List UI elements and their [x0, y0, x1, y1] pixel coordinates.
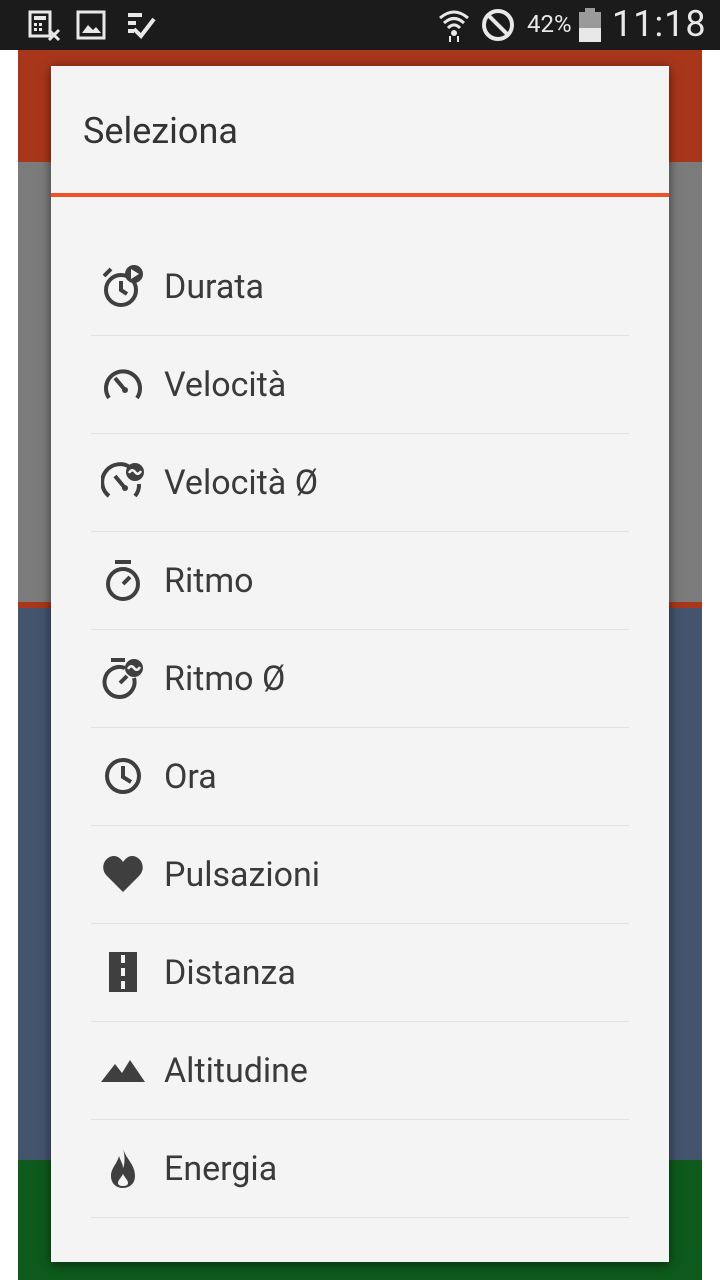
- speedometer-average-icon: [101, 462, 144, 498]
- option-label: Ritmo: [164, 561, 254, 601]
- option-velocita[interactable]: Velocità: [91, 336, 629, 434]
- mountain-icon: [101, 1060, 145, 1082]
- do-not-disturb-icon: [482, 9, 514, 41]
- stopwatch-play-icon: [102, 265, 143, 307]
- stopwatch-average-icon: [102, 658, 143, 699]
- background-edge-right: [702, 50, 720, 1280]
- option-label: Ritmo Ø: [164, 659, 286, 699]
- option-ritmo-medio[interactable]: Ritmo Ø: [91, 630, 629, 728]
- option-list: Durata Velocità Velocità Ø Ritmo Ritmo Ø…: [91, 238, 629, 1218]
- option-pulsazioni[interactable]: Pulsazioni: [91, 826, 629, 924]
- status-bar: 42% 11:18: [0, 0, 720, 50]
- option-energia[interactable]: Energia: [91, 1120, 629, 1218]
- option-ora[interactable]: Ora: [91, 728, 629, 826]
- option-durata[interactable]: Durata: [91, 238, 629, 336]
- option-velocita-media[interactable]: Velocità Ø: [91, 434, 629, 532]
- clock-icon: [105, 758, 141, 794]
- flame-icon: [111, 1148, 135, 1188]
- stopwatch-icon: [106, 560, 140, 601]
- dialog-title-divider: [51, 193, 669, 197]
- option-label: Energia: [164, 1149, 278, 1189]
- wifi-icon: [439, 10, 469, 42]
- heart-icon: [103, 856, 143, 892]
- option-label: Velocità Ø: [164, 463, 319, 503]
- background-edge-left: [0, 50, 18, 1280]
- option-label: Durata: [164, 267, 265, 307]
- option-label: Altitudine: [164, 1051, 308, 1091]
- checklist-icon: [128, 13, 156, 40]
- option-label: Ora: [164, 757, 217, 797]
- option-label: Distanza: [164, 953, 296, 993]
- option-label: Pulsazioni: [164, 855, 321, 895]
- select-dialog: Seleziona Durata Velocità Velocità Ø Rit…: [51, 66, 669, 1262]
- image-icon: [76, 10, 106, 40]
- option-label: Velocità: [164, 365, 287, 405]
- clock-time: 11:18: [612, 3, 707, 45]
- battery-percent: 42%: [527, 10, 572, 38]
- option-ritmo[interactable]: Ritmo: [91, 532, 629, 630]
- battery-icon: [579, 8, 601, 42]
- option-altitudine[interactable]: Altitudine: [91, 1022, 629, 1120]
- dialog-title: Seleziona: [83, 110, 238, 152]
- calculator-cancel-icon: [28, 10, 61, 42]
- speedometer-icon: [104, 369, 142, 400]
- option-distanza[interactable]: Distanza: [91, 924, 629, 1022]
- road-icon: [109, 952, 137, 992]
